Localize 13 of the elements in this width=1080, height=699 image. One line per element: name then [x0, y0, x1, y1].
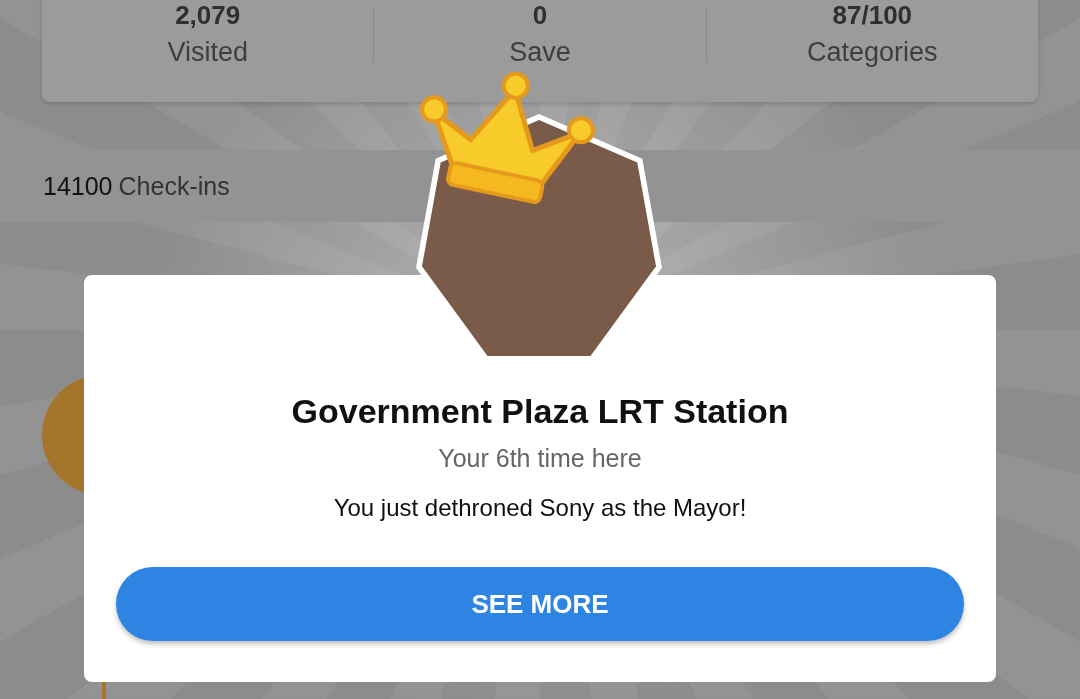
crown-icon — [420, 71, 595, 206]
mayor-message: You just dethroned Sony as the Mayor! — [333, 493, 747, 523]
stat-value: 2,079 — [175, 0, 241, 30]
stat-label: Save — [509, 36, 571, 69]
stat-value: 87/100 — [832, 0, 913, 30]
see-more-button[interactable]: SEE MORE — [116, 567, 964, 641]
venue-title: Government Plaza LRT Station — [291, 391, 789, 431]
visit-count: Your 6th time here — [438, 443, 642, 473]
checkin-label: Check-ins — [118, 171, 230, 201]
checkin-count: 14100 — [43, 171, 113, 201]
stat-label: Visited — [167, 36, 248, 69]
stat-label: Categories — [807, 36, 938, 69]
stat-value: 0 — [532, 0, 548, 30]
